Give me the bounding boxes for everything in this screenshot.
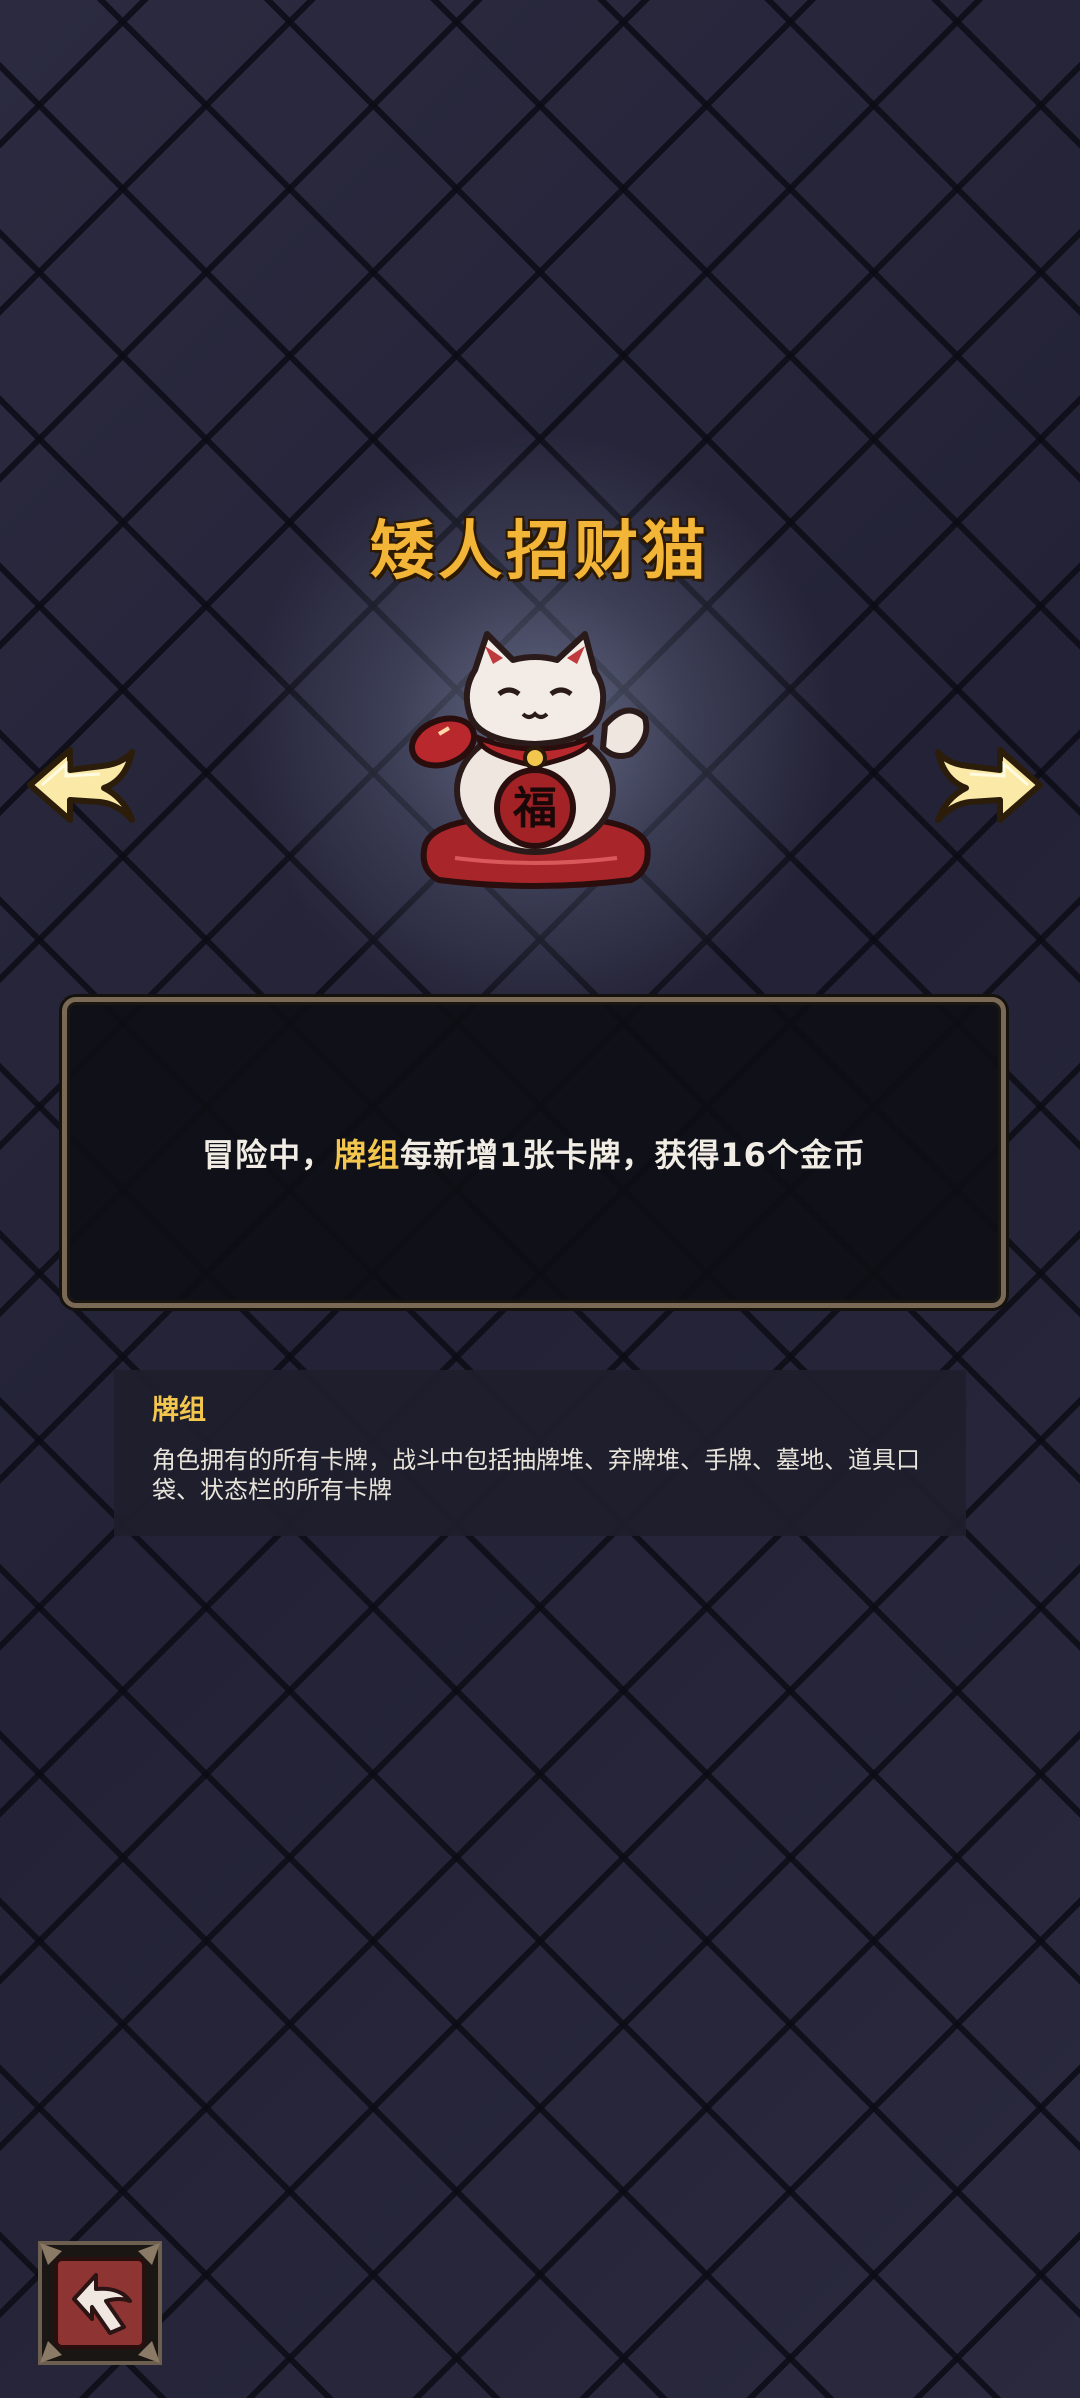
relic-description: 冒险中，牌组每新增1张卡牌，获得16个金币 xyxy=(202,1130,866,1176)
keyword-glossary: 牌组 角色拥有的所有卡牌，战斗中包括抽牌堆、弃牌堆、手牌、墓地、道具口袋、状态栏… xyxy=(114,1370,966,1536)
prev-relic-button[interactable] xyxy=(22,740,142,830)
glossary-definition: 角色拥有的所有卡牌，战斗中包括抽牌堆、弃牌堆、手牌、墓地、道具口袋、状态栏的所有… xyxy=(152,1446,920,1504)
relic-detail-screen: 矮人招财猫 福 冒险中，牌组每新增1张卡牌，获得16个金币 牌组 角色拥有的所有… xyxy=(0,0,1080,2398)
lucky-cat-icon: 福 xyxy=(409,631,651,889)
description-prefix: 冒险中， xyxy=(202,1135,335,1174)
description-suffix: 每新增1张卡牌，获得16个金币 xyxy=(400,1135,866,1174)
fu-badge-text: 福 xyxy=(512,783,557,834)
arrow-left-icon xyxy=(27,747,135,823)
relic-description-panel: 冒险中，牌组每新增1张卡牌，获得16个金币 xyxy=(62,997,1006,1308)
relic-title: 矮人招财猫 xyxy=(370,515,710,589)
relic-image: 福 xyxy=(395,630,675,890)
back-button[interactable] xyxy=(34,2237,166,2369)
return-icon xyxy=(38,2241,162,2365)
next-relic-button[interactable] xyxy=(928,740,1048,830)
glossary-term: 牌组 xyxy=(152,1395,206,1426)
arrow-right-icon xyxy=(935,747,1043,823)
description-keyword[interactable]: 牌组 xyxy=(334,1136,400,1174)
